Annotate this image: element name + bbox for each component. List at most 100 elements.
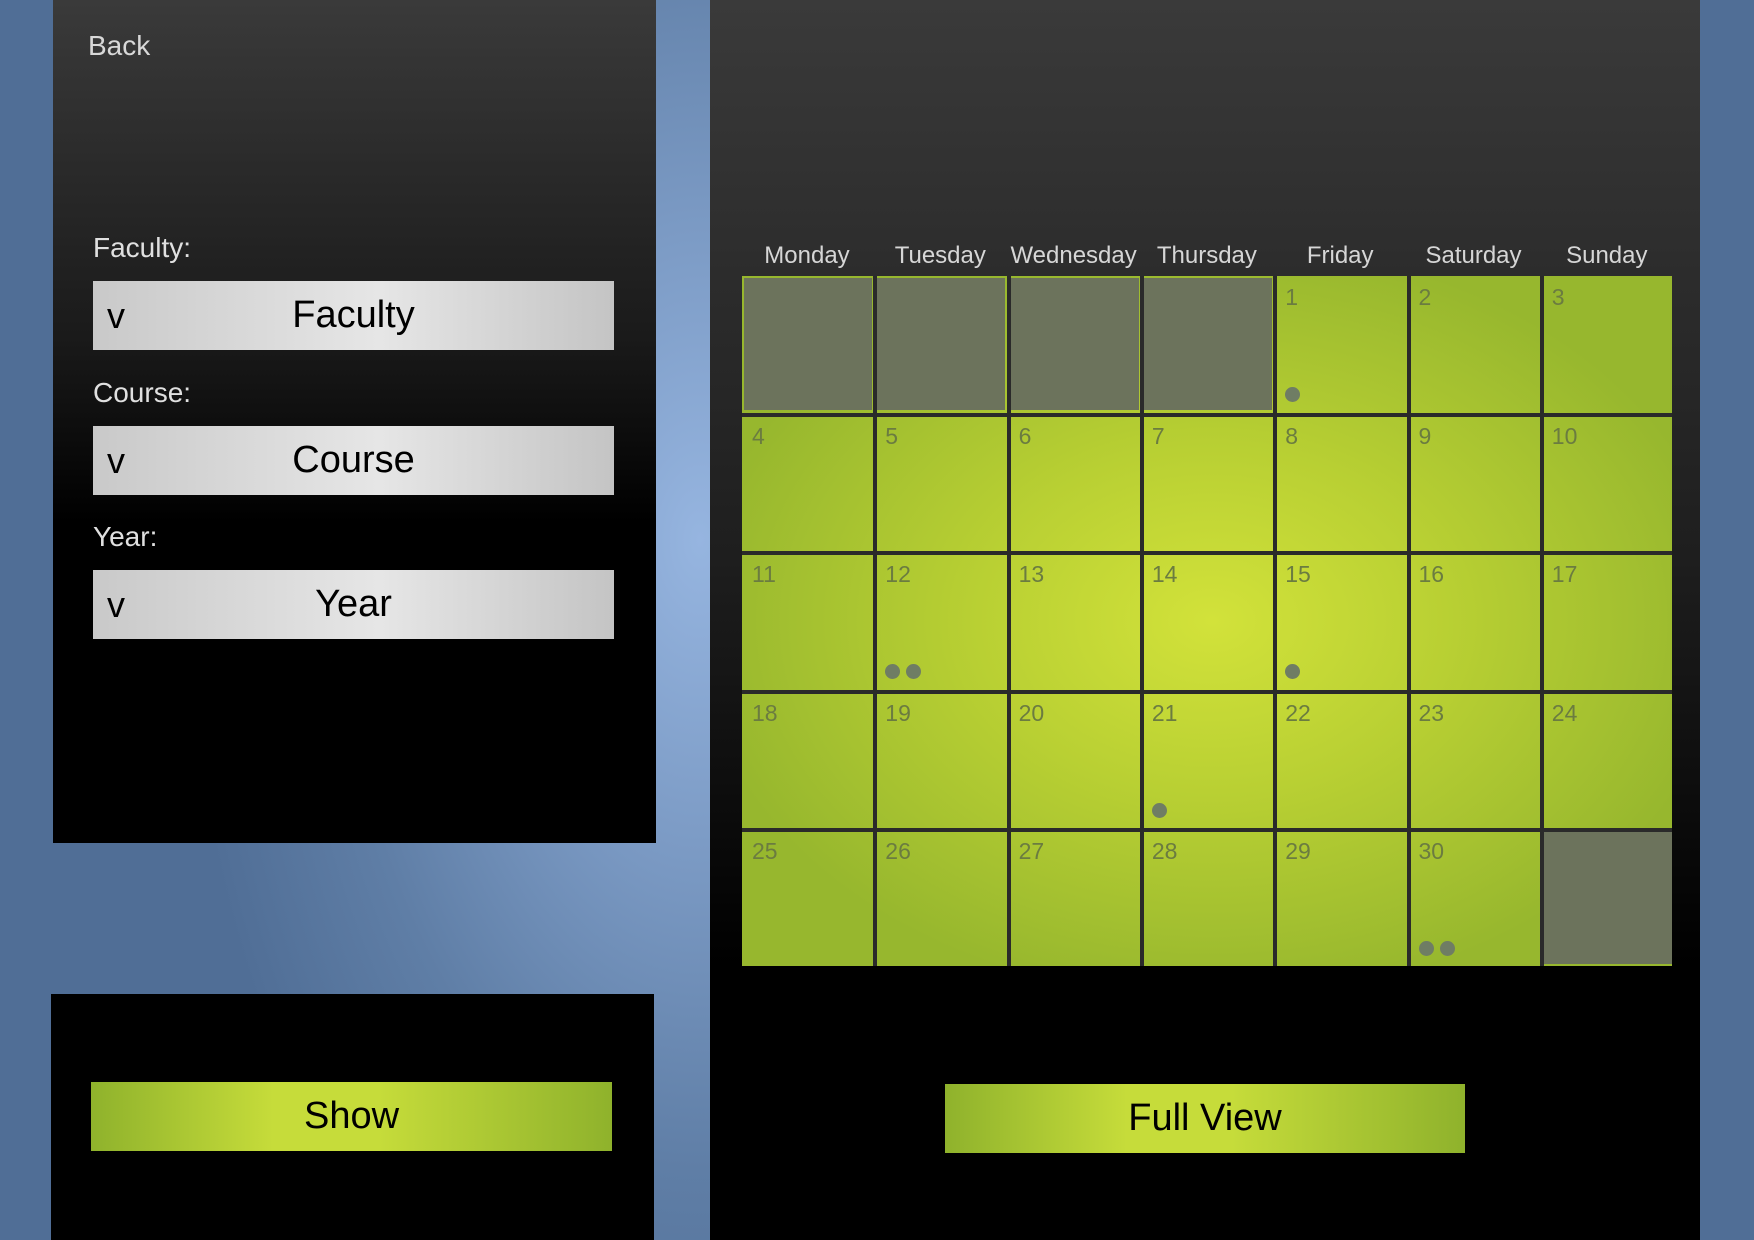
calendar-day-cell[interactable]: 2 xyxy=(1411,278,1539,410)
calendar-day-cell[interactable]: 24 xyxy=(1544,694,1672,826)
calendar-day-cell[interactable]: 17 xyxy=(1544,555,1672,687)
course-label: Course: xyxy=(93,377,192,408)
faculty-dropdown-value: Faculty xyxy=(292,294,415,336)
calendar-day-cell[interactable]: 28 xyxy=(1144,832,1272,964)
faculty-dropdown[interactable]: v Faculty xyxy=(93,281,614,350)
event-dot-icon xyxy=(1439,941,1455,956)
calendar-day-cell[interactable]: 16 xyxy=(1411,555,1539,687)
calendar-day-cell[interactable]: 25 xyxy=(744,832,872,964)
weekday-label: Thursday xyxy=(1156,242,1257,269)
day-number: 5 xyxy=(885,422,899,449)
calendar-day-cell[interactable]: 18 xyxy=(744,694,872,826)
event-indicators xyxy=(1285,387,1301,402)
course-dropdown-value: Course xyxy=(292,439,415,481)
day-number: 28 xyxy=(1151,838,1178,864)
day-number: 9 xyxy=(1418,422,1432,449)
calendar-empty-cell xyxy=(1143,278,1272,410)
weekday-label: Sunday xyxy=(1566,242,1648,269)
day-number: 10 xyxy=(1551,422,1578,449)
day-number: 23 xyxy=(1418,699,1445,726)
calendar-day-cell[interactable]: 19 xyxy=(877,694,1005,826)
calendar-day-cell[interactable]: 9 xyxy=(1411,417,1539,549)
event-dot-icon xyxy=(906,664,922,679)
calendar-grid: 1 2 3 4 5 6 7 8 9 10 11 12 13 14 15 16 17 18 19 20 21 22 23 24 2… xyxy=(742,276,1672,966)
year-dropdown[interactable]: v Year xyxy=(93,570,614,639)
day-number: 20 xyxy=(1018,699,1045,726)
calendar-day-cell[interactable]: 13 xyxy=(1011,555,1139,687)
filter-panel: Back Faculty: v Faculty Course: v Course… xyxy=(53,0,656,843)
calendar-day-cell[interactable]: 29 xyxy=(1277,832,1405,964)
event-dot-icon xyxy=(1151,802,1167,818)
day-number: 24 xyxy=(1551,699,1578,726)
day-number: 22 xyxy=(1285,699,1311,726)
grid-divider xyxy=(742,551,1672,555)
calendar-empty-cell xyxy=(744,278,872,410)
day-number: 16 xyxy=(1418,561,1445,587)
grid-divider xyxy=(1539,276,1544,966)
year-label: Year: xyxy=(93,521,158,552)
calendar-day-cell[interactable]: 30 xyxy=(1411,832,1539,964)
day-number: 27 xyxy=(1018,838,1045,864)
calendar-empty-cell xyxy=(1010,278,1139,410)
grid-divider xyxy=(1273,276,1278,966)
show-button[interactable]: Show xyxy=(91,1082,612,1151)
weekday-label: Monday xyxy=(764,242,850,269)
calendar-day-cell[interactable]: 11 xyxy=(744,555,872,687)
day-number: 30 xyxy=(1418,838,1445,864)
grid-divider xyxy=(1006,276,1011,966)
calendar-day-cell[interactable]: 22 xyxy=(1277,694,1405,826)
calendar-day-cell[interactable]: 15 xyxy=(1277,555,1405,687)
day-number: 26 xyxy=(885,838,911,864)
event-dot-icon xyxy=(1285,387,1301,402)
calendar-day-cell[interactable]: 21 xyxy=(1144,694,1272,826)
calendar-day-cell[interactable]: 3 xyxy=(1544,278,1672,410)
day-number: 14 xyxy=(1151,561,1178,587)
day-number: 18 xyxy=(752,699,778,726)
calendar-day-cell[interactable]: 8 xyxy=(1277,417,1405,549)
calendar-day-cell[interactable]: 10 xyxy=(1544,417,1672,549)
grid-divider xyxy=(742,689,1672,694)
calendar-day-cell[interactable]: 6 xyxy=(1011,417,1139,549)
event-indicators xyxy=(1285,664,1301,679)
day-number: 4 xyxy=(752,422,765,449)
day-number: 11 xyxy=(752,561,776,587)
day-number: 13 xyxy=(1018,561,1045,587)
day-number: 15 xyxy=(1285,561,1311,587)
day-number: 29 xyxy=(1285,838,1311,864)
calendar-day-cell[interactable]: 14 xyxy=(1144,555,1272,687)
calendar-day-cell[interactable]: 1 xyxy=(1277,278,1405,410)
event-dot-icon xyxy=(885,664,901,679)
calendar-day-cell[interactable]: 4 xyxy=(744,417,872,549)
calendar-empty-cell xyxy=(877,278,1006,410)
event-indicators xyxy=(885,664,922,679)
grid-divider xyxy=(742,828,1672,832)
day-number: 19 xyxy=(885,699,911,726)
grid-divider xyxy=(1406,276,1411,966)
weekday-label: Saturday xyxy=(1425,242,1522,269)
back-button[interactable]: Back xyxy=(88,30,150,62)
year-dropdown-value: Year xyxy=(315,583,392,625)
day-number: 17 xyxy=(1551,561,1578,587)
day-number: 21 xyxy=(1151,699,1178,726)
full-view-button[interactable]: Full View xyxy=(945,1084,1465,1153)
course-dropdown[interactable]: v Course xyxy=(93,426,614,495)
calendar-day-cell[interactable]: 27 xyxy=(1011,832,1139,964)
faculty-label: Faculty: xyxy=(93,232,192,263)
show-panel: Show xyxy=(51,994,654,1240)
calendar-day-cell[interactable]: 7 xyxy=(1144,417,1272,549)
calendar-day-cell[interactable]: 5 xyxy=(877,417,1005,549)
calendar-empty-cell xyxy=(1543,832,1672,964)
day-number: 1 xyxy=(1285,284,1298,310)
calendar-day-cell[interactable]: 23 xyxy=(1411,694,1539,826)
grid-divider xyxy=(742,412,1672,417)
event-indicators xyxy=(1151,802,1167,818)
day-number: 3 xyxy=(1551,284,1565,310)
calendar-day-cell[interactable]: 26 xyxy=(877,832,1005,964)
calendar-panel: Monday Tuesday Wednesday Thursday Friday Satu… xyxy=(710,0,1700,1240)
day-number: 8 xyxy=(1285,422,1298,449)
calendar-day-cell[interactable]: 20 xyxy=(1011,694,1139,826)
calendar-day-cell[interactable]: 12 xyxy=(877,555,1005,687)
day-number: 25 xyxy=(752,838,778,864)
weekday-label: Tuesday xyxy=(894,242,986,269)
day-number: 12 xyxy=(885,561,911,587)
